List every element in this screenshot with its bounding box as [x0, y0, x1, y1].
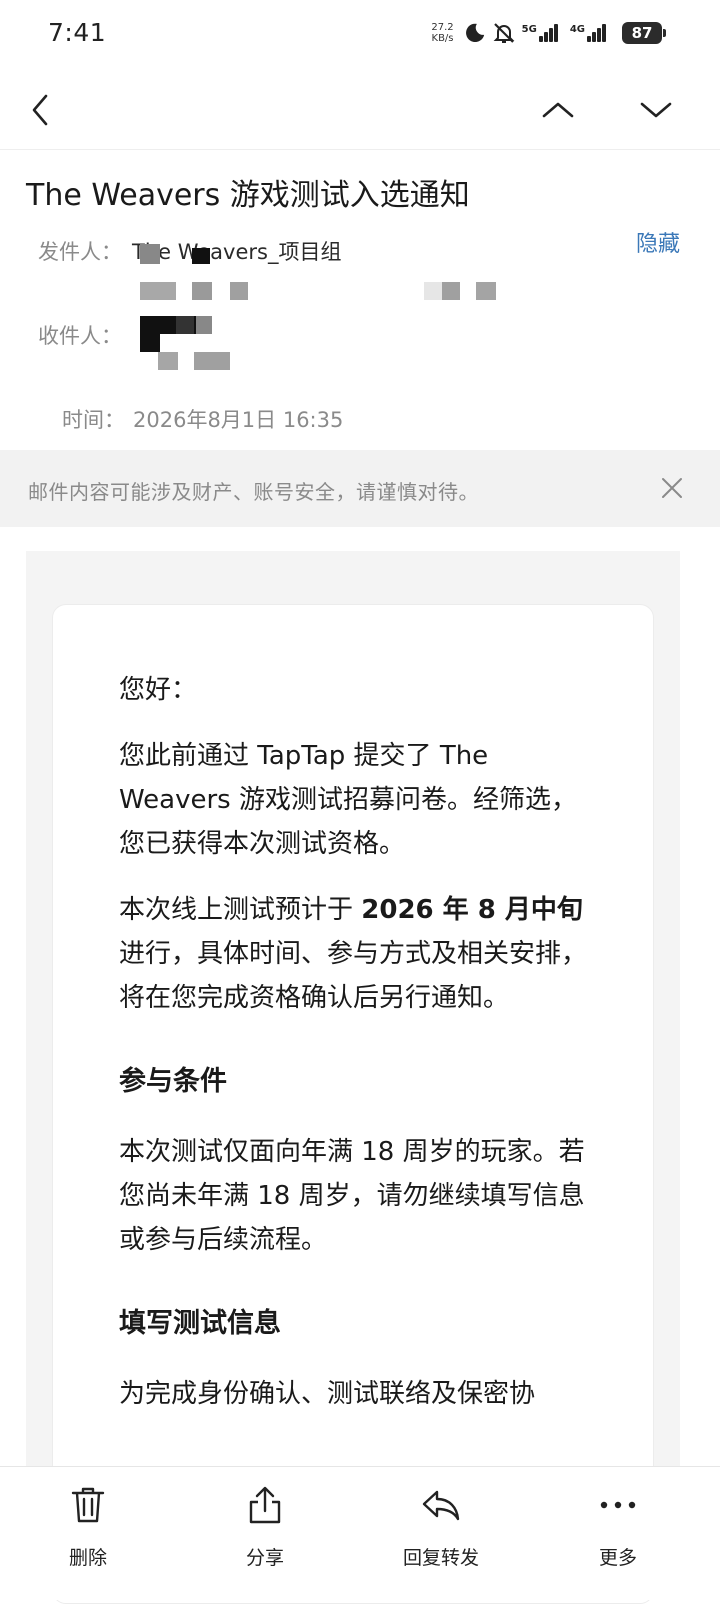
delete-label: 删除 — [68, 1547, 107, 1569]
signal-4g-label: 4G — [569, 24, 585, 35]
section-title-info: 填写测试信息 — [119, 1308, 281, 1339]
redacted-sender-mosaic — [140, 244, 520, 304]
mail-paragraph-2-suffix: 进行，具体时间、参与方式及相关安排，将在您完成资格确认后另行通知。 — [119, 939, 588, 1013]
delete-button[interactable]: 删除 — [28, 1481, 148, 1591]
close-warning-button[interactable] — [660, 476, 684, 500]
reply-forward-label: 回复转发 — [402, 1547, 479, 1569]
mail-paragraph-1: 您此前通过 TapTap 提交了 The Weavers 游戏测试招募问卷。经筛… — [119, 741, 577, 859]
chevron-down-icon — [640, 102, 672, 118]
redacted-recipient-mosaic — [140, 316, 370, 380]
status-bar: 7:41 27.2 KB/s 5G 4G 87 — [0, 0, 720, 70]
time-label: 时间： — [62, 408, 125, 432]
chevron-left-icon — [32, 94, 48, 126]
security-warning-bar: 邮件内容可能涉及财产、账号安全，请谨慎对待。 — [0, 450, 720, 527]
section-text-info: 为完成身份确认、测试联络及保密协 — [119, 1379, 536, 1409]
previous-mail-button[interactable] — [536, 90, 580, 130]
mail-content: 您好： 您此前通过 TapTap 提交了 The Weavers 游戏测试招募问… — [119, 668, 589, 1438]
share-icon — [249, 1486, 281, 1524]
security-warning-text: 邮件内容可能涉及财产、账号安全，请谨慎对待。 — [28, 480, 479, 504]
hide-details-link[interactable]: 隐藏 — [636, 226, 680, 258]
signal-4g-icon: 4G — [570, 24, 606, 42]
share-button[interactable]: 分享 — [205, 1481, 325, 1591]
battery-icon: 87 — [622, 22, 666, 44]
sender-label: 发件人： — [38, 240, 122, 264]
status-icons: 27.2 KB/s 5G 4G 87 — [431, 18, 666, 48]
share-label: 分享 — [245, 1547, 284, 1569]
more-button[interactable]: 更多 — [558, 1481, 678, 1591]
battery-level: 87 — [631, 24, 653, 42]
reply-forward-button[interactable]: 回复转发 — [381, 1481, 501, 1591]
network-speed-value: 27.2 — [431, 22, 454, 33]
time-value: 2026年8月1日 16:35 — [133, 408, 344, 432]
mail-test-date: 2026 年 8 月中旬 — [361, 895, 583, 925]
nav-bar — [0, 70, 720, 150]
bell-muted-icon — [493, 23, 515, 43]
trash-icon — [71, 1487, 105, 1523]
moon-icon — [465, 23, 484, 43]
signal-5g-icon: 5G — [522, 24, 558, 42]
more-icon — [600, 1501, 636, 1509]
network-speed-unit: KB/s — [431, 33, 454, 44]
mail-paragraph-2-prefix: 本次线上测试预计于 — [119, 895, 362, 925]
recipient-label: 收件人： — [38, 324, 122, 348]
signal-5g-label: 5G — [521, 24, 537, 35]
mail-greeting: 您好： — [119, 675, 198, 705]
chevron-up-icon — [542, 102, 574, 118]
more-label: 更多 — [598, 1547, 637, 1569]
close-icon — [662, 478, 682, 498]
section-title-conditions: 参与条件 — [119, 1066, 227, 1097]
status-time: 7:41 — [48, 18, 107, 47]
network-speed: 27.2 KB/s — [431, 22, 453, 44]
mail-paragraph-2: 本次线上测试预计于 2026 年 8 月中旬 进行，具体时间、参与方式及相关安排… — [119, 888, 589, 1020]
bottom-toolbar: 删除 分享 回复转发 更多 — [0, 1466, 720, 1600]
mail-subject: The Weavers 游戏测试入选通知 — [26, 178, 470, 213]
section-text-conditions: 本次测试仅面向年满 18 周岁的玩家。若您尚未年满 18 周岁，请勿继续填写信息… — [119, 1137, 585, 1255]
reply-icon — [422, 1490, 460, 1521]
next-mail-button[interactable] — [634, 90, 678, 130]
back-button[interactable] — [18, 90, 62, 130]
